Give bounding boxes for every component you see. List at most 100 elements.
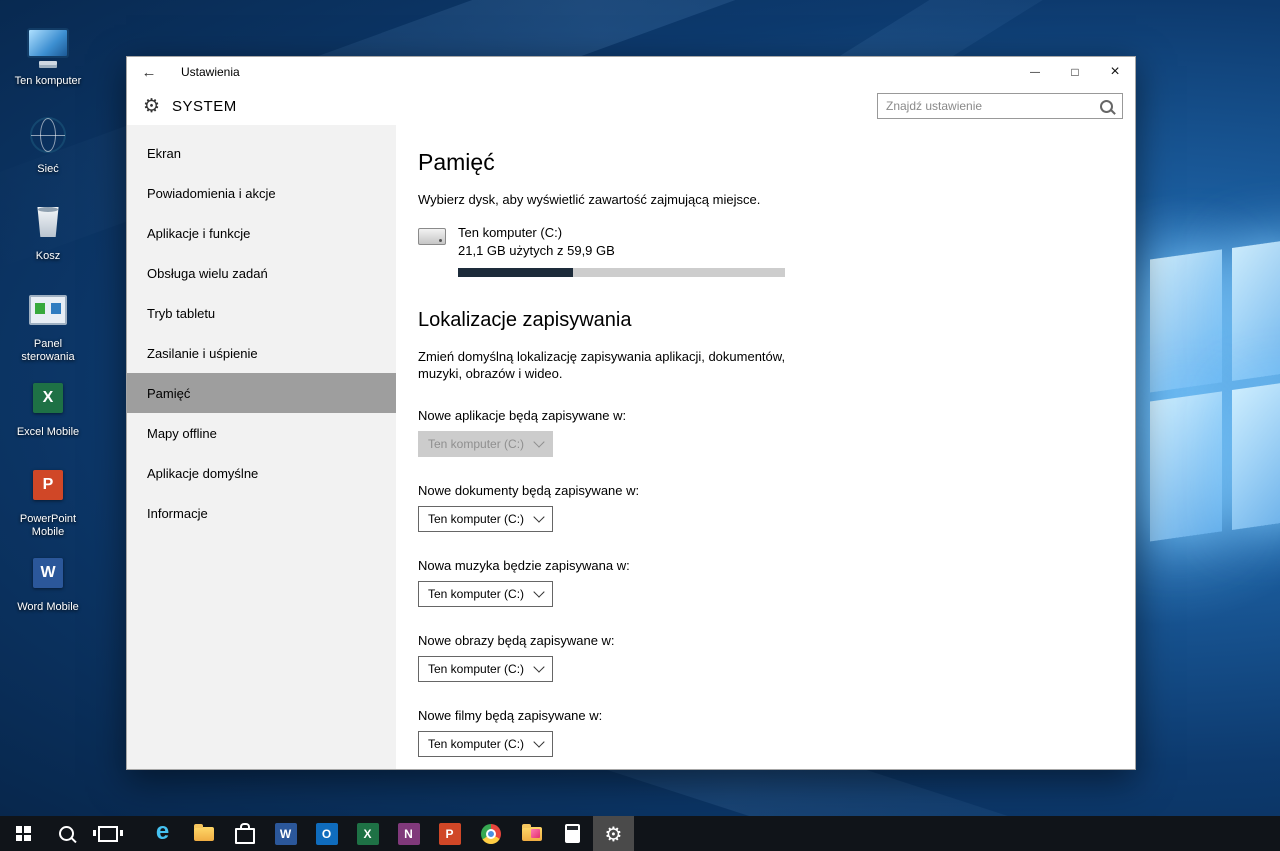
back-button[interactable]: ← [127, 57, 171, 87]
dropdown-value: Ten komputer (C:) [428, 512, 524, 526]
powerpoint-icon: P [439, 823, 461, 845]
onenote-icon: N [398, 823, 420, 845]
drive-name: Ten komputer (C:) [458, 225, 615, 240]
desktop-icon-recycle-bin[interactable]: Kosz [9, 199, 87, 263]
taskbar-folder[interactable] [511, 816, 552, 851]
dropdown-label: Nowe aplikacje będą zapisywane w: [418, 408, 1105, 423]
dropdown-value: Ten komputer (C:) [428, 437, 524, 451]
dropdown-group-apps: Nowe aplikacje będą zapisywane w: Ten ko… [418, 408, 1105, 457]
sidebar-item-aplikacje-i-funkcje[interactable]: Aplikacje i funkcje [127, 213, 396, 253]
documents-location-dropdown[interactable]: Ten komputer (C:) [418, 506, 553, 532]
sidebar: Ekran Powiadomienia i akcje Aplikacje i … [127, 125, 396, 769]
window-title: Ustawienia [181, 65, 1015, 79]
dropdown-value: Ten komputer (C:) [428, 737, 524, 751]
chrome-icon [481, 824, 501, 844]
taskbar-powerpoint[interactable]: P [429, 816, 470, 851]
desktop-icon-word-mobile[interactable]: W Word Mobile [9, 550, 87, 614]
taskbar-store[interactable] [224, 816, 265, 851]
music-location-dropdown[interactable]: Ten komputer (C:) [418, 581, 553, 607]
settings-search [877, 93, 1123, 119]
pictures-location-dropdown[interactable]: Ten komputer (C:) [418, 656, 553, 682]
taskbar: e W O X N P ⚙ [0, 816, 1280, 851]
dropdown-label: Nowe obrazy będą zapisywane w: [418, 633, 1105, 648]
search-icon [59, 826, 74, 841]
sidebar-item-mapy-offline[interactable]: Mapy offline [127, 413, 396, 453]
excel-icon: X [33, 383, 63, 413]
save-locations-description: Zmień domyślną lokalizację zapisywania a… [418, 348, 796, 382]
sidebar-item-aplikacje-domyslne[interactable]: Aplikacje domyślne [127, 453, 396, 493]
close-button[interactable]: × [1095, 57, 1135, 87]
calculator-icon [565, 824, 580, 843]
desktop-icon-excel-mobile[interactable]: X Excel Mobile [9, 375, 87, 439]
taskbar-onenote[interactable]: N [388, 816, 429, 851]
sidebar-item-ekran[interactable]: Ekran [127, 133, 396, 173]
dropdown-group-videos: Nowe filmy będą zapisywane w: Ten komput… [418, 708, 1105, 757]
dropdown-group-pictures: Nowe obrazy będą zapisywane w: Ten kompu… [418, 633, 1105, 682]
drive-usage-text: 21,1 GB użytych z 59,9 GB [458, 243, 615, 258]
sidebar-item-zasilanie[interactable]: Zasilanie i uśpienie [127, 333, 396, 373]
desktop-icon-powerpoint-mobile[interactable]: P PowerPoint Mobile [9, 462, 87, 539]
windows-logo-icon [16, 826, 31, 841]
edge-icon: e [156, 820, 169, 844]
taskbar-excel[interactable]: X [347, 816, 388, 851]
dropdown-label: Nowe dokumenty będą zapisywane w: [418, 483, 1105, 498]
file-explorer-icon [194, 827, 214, 841]
recycle-bin-icon [36, 207, 60, 237]
computer-icon [27, 28, 69, 58]
sidebar-item-pamiec[interactable]: Pamięć [127, 373, 396, 413]
taskbar-file-explorer[interactable] [183, 816, 224, 851]
task-view-button[interactable] [87, 816, 128, 851]
taskbar-edge[interactable]: e [142, 816, 183, 851]
page-title: SYSTEM [172, 98, 877, 115]
sidebar-item-obsluga-wielu-zadan[interactable]: Obsługa wielu zadań [127, 253, 396, 293]
desktop-icon-this-pc[interactable]: Ten komputer [9, 24, 87, 88]
folder-icon [522, 827, 542, 841]
chevron-down-icon [533, 437, 544, 448]
gear-icon: ⚙ [605, 824, 623, 844]
outlook-icon: O [316, 823, 338, 845]
taskbar-search-button[interactable] [46, 816, 87, 851]
sidebar-item-tryb-tabletu[interactable]: Tryb tabletu [127, 293, 396, 333]
minimize-button[interactable]: — [1015, 57, 1055, 87]
desktop-icon-label: Ten komputer [9, 75, 87, 88]
taskbar-word[interactable]: W [265, 816, 306, 851]
powerpoint-icon: P [33, 470, 63, 500]
taskbar-calculator[interactable] [552, 816, 593, 851]
chevron-down-icon [533, 662, 544, 673]
sidebar-item-powiadomienia[interactable]: Powiadomienia i akcje [127, 173, 396, 213]
dropdown-group-documents: Nowe dokumenty będą zapisywane w: Ten ko… [418, 483, 1105, 532]
word-icon: W [33, 558, 63, 588]
drive-item[interactable]: Ten komputer (C:) 21,1 GB użytych z 59,9… [418, 225, 1105, 258]
apps-location-dropdown: Ten komputer (C:) [418, 431, 553, 457]
dropdown-value: Ten komputer (C:) [428, 662, 524, 676]
desktop-icon-network[interactable]: Sieć [9, 112, 87, 176]
store-icon [235, 828, 255, 844]
dropdown-label: Nowa muzyka będzie zapisywana w: [418, 558, 1105, 573]
dropdown-group-music: Nowa muzyka będzie zapisywana w: Ten kom… [418, 558, 1105, 607]
desktop-icon-label: Excel Mobile [9, 426, 87, 439]
desktop-icon-label: Kosz [9, 250, 87, 263]
desktop-icon-label: Sieć [9, 163, 87, 176]
taskbar-settings-active[interactable]: ⚙ [593, 816, 634, 851]
main-content: Pamięć Wybierz dysk, aby wyświetlić zawa… [396, 125, 1135, 769]
desktop-icon-control-panel[interactable]: Panel sterowania [9, 287, 87, 364]
search-input[interactable] [877, 93, 1123, 119]
chevron-down-icon [533, 737, 544, 748]
drive-usage-fill [458, 268, 573, 277]
gear-icon: ⚙ [143, 95, 160, 117]
settings-window: ← Ustawienia — □ × ⚙ SYSTEM Ekran Powiad… [126, 56, 1136, 770]
taskbar-chrome[interactable] [470, 816, 511, 851]
start-button[interactable] [0, 816, 46, 851]
videos-location-dropdown[interactable]: Ten komputer (C:) [418, 731, 553, 757]
maximize-button[interactable]: □ [1055, 57, 1095, 87]
dropdown-value: Ten komputer (C:) [428, 587, 524, 601]
sidebar-item-informacje[interactable]: Informacje [127, 493, 396, 533]
chevron-down-icon [533, 512, 544, 523]
word-icon: W [275, 823, 297, 845]
control-panel-icon [29, 295, 67, 325]
taskbar-outlook[interactable]: O [306, 816, 347, 851]
titlebar: ← Ustawienia — □ × [127, 57, 1135, 87]
save-locations-title: Lokalizacje zapisywania [418, 309, 1105, 332]
dropdown-label: Nowe filmy będą zapisywane w: [418, 708, 1105, 723]
desktop: Ten komputer Sieć Kosz Panel sterowania … [0, 0, 1280, 851]
